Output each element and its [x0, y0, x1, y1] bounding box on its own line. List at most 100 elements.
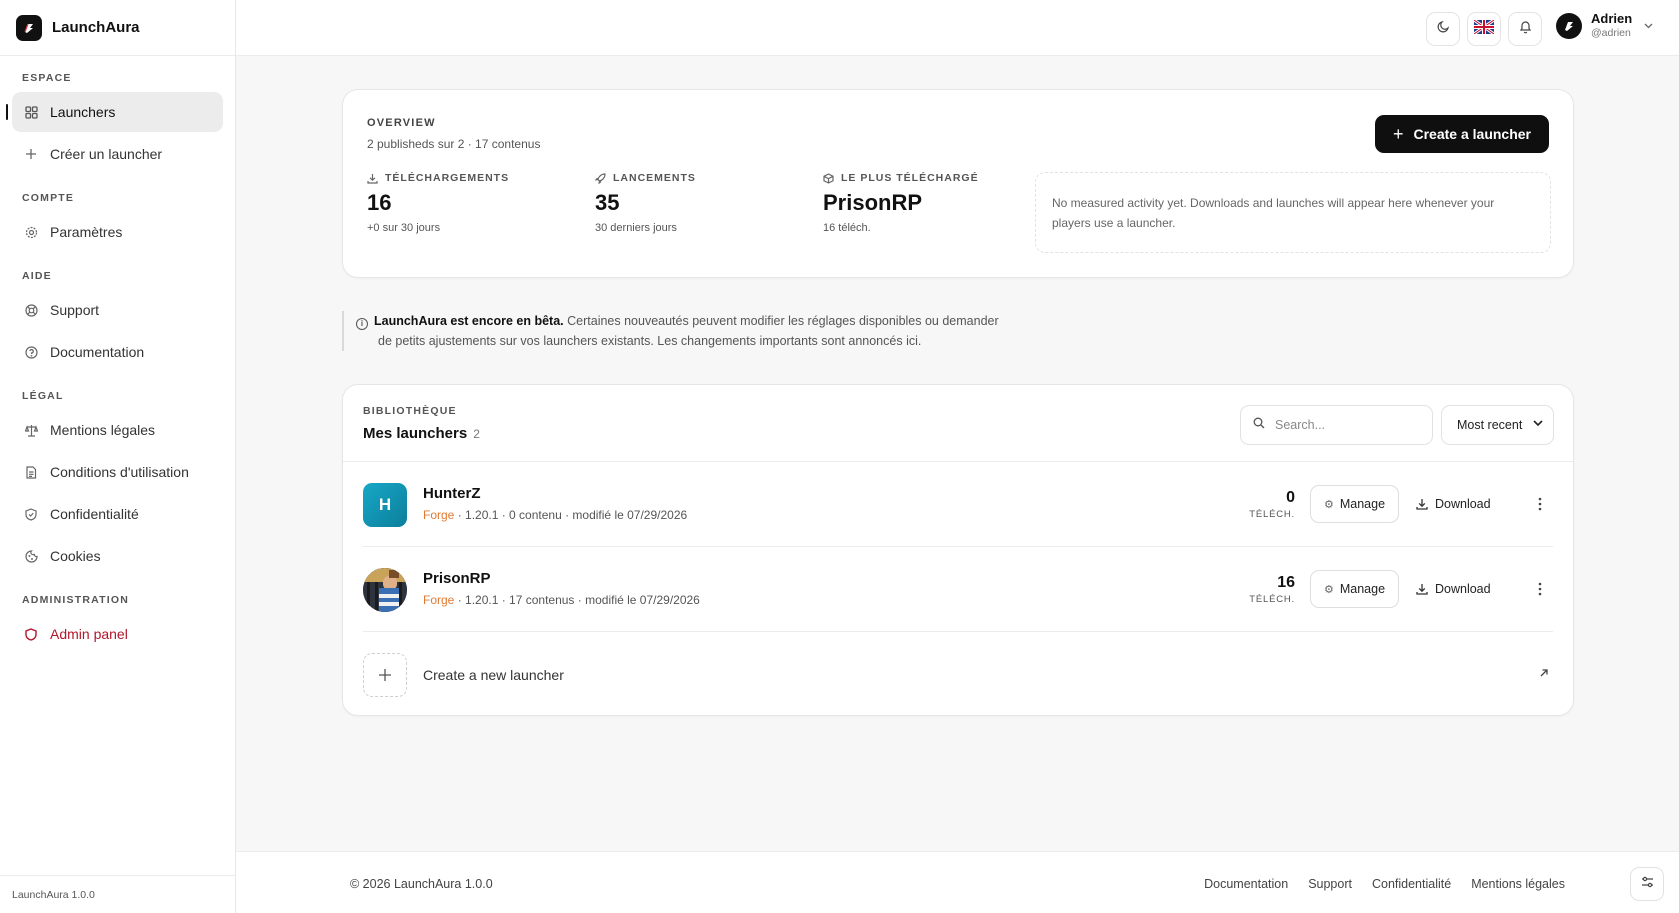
arrow-up-right-icon [1539, 666, 1549, 681]
stat-launches: LANCEMENTS 35 30 derniers jours [595, 172, 805, 234]
sidebar-item-label: Launchers [50, 104, 116, 120]
launcher-row-hunterz[interactable]: H HunterZ Forge · 1.20.1 · 0 contenu · m… [363, 462, 1553, 547]
launcher-thumb: H [363, 483, 407, 527]
rocket-icon [595, 172, 607, 184]
gear-icon: ⚙ [1323, 583, 1334, 596]
manage-label: Manage [1339, 582, 1386, 596]
create-new-launcher-label: Create a new launcher [423, 667, 564, 683]
create-launcher-button[interactable]: + Create a launcher [1375, 115, 1549, 153]
sidebar-version: LaunchAura 1.0.0 [0, 875, 236, 913]
search-input[interactable] [1275, 418, 1415, 432]
moon-icon [1437, 20, 1450, 38]
more-options-icon[interactable] [1531, 490, 1549, 518]
download-count-label: TÉLÉCH. [1249, 594, 1295, 605]
topbar: Adrien @adrien [236, 0, 1679, 56]
stat-value: 35 [595, 190, 620, 215]
stat-value: 16 [367, 190, 392, 215]
help-circle-icon [24, 345, 38, 359]
library-count: 2 [473, 427, 480, 441]
stat-foot: 30 derniers jours [595, 222, 677, 234]
launcher-details: · 1.20.1 · 0 contenu · modifié le 07/29/… [454, 508, 688, 522]
sidebar-item-label: Mentions légales [50, 422, 156, 438]
overview-subtitle: 2 publisheds sur 2 · 17 contenus [367, 137, 541, 151]
library-title-text: Mes launchers [363, 425, 468, 442]
footer-link-confidentialite[interactable]: Confidentialité [1372, 877, 1451, 891]
bell-icon [1519, 20, 1532, 39]
launcher-row-prisonrp[interactable]: PrisonRP Forge · 1.20.1 · 17 contenus · … [363, 547, 1553, 632]
more-options-icon[interactable] [1531, 575, 1549, 603]
copyright: © 2026 LaunchAura 1.0.0 [350, 877, 493, 891]
language-button[interactable] [1467, 12, 1501, 46]
download-icon [1416, 583, 1428, 595]
notice-text: Certaines nouveautés peuvent modifier le… [567, 314, 999, 328]
sidebar-item-label: Cookies [50, 548, 101, 564]
sidebar-item-conditions[interactable]: Conditions d'utilisation [12, 452, 223, 492]
stat-foot: 16 téléch. [823, 222, 871, 234]
plus-icon [24, 147, 38, 161]
sort-select[interactable]: Most recent [1441, 405, 1554, 445]
user-menu[interactable]: Adrien @adrien [1556, 12, 1653, 40]
theme-toggle-button[interactable] [1426, 12, 1460, 46]
sidebar-item-documentation[interactable]: Documentation [12, 332, 223, 372]
sidebar-item-admin-panel[interactable]: Admin panel [12, 614, 223, 654]
library-title: Mes launchers 2 [363, 425, 480, 442]
stat-label: LE PLUS TÉLÉCHARGÉ [841, 172, 979, 184]
library-label: BIBLIOTHÈQUE [363, 405, 457, 417]
sidebar-item-confidentialite[interactable]: Confidentialité [12, 494, 223, 534]
sidebar-item-cookies[interactable]: Cookies [12, 536, 223, 576]
sidebar-item-label: Conditions d'utilisation [50, 464, 189, 480]
footer-link-mentions-legales[interactable]: Mentions légales [1471, 877, 1565, 891]
notice-bold: LaunchAura est encore en bêta. [374, 314, 564, 328]
download-button[interactable]: Download [1416, 485, 1491, 523]
notifications-button[interactable] [1508, 12, 1542, 46]
sidebar-item-launchers[interactable]: Launchers [6, 92, 223, 132]
section-title-aide: AIDE [22, 270, 52, 282]
download-label: Download [1435, 497, 1491, 511]
chevron-down-icon [1533, 419, 1543, 430]
overview-card: OVERVIEW 2 publisheds sur 2 · 17 contenu… [342, 89, 1574, 278]
launcher-loader: Forge [423, 508, 455, 522]
search-field[interactable] [1240, 405, 1433, 445]
manage-button[interactable]: ⚙ Manage [1310, 570, 1399, 608]
manage-label: Manage [1339, 497, 1386, 511]
box-icon [823, 172, 835, 184]
sidebar-item-support[interactable]: Support [12, 290, 223, 330]
manage-button[interactable]: ⚙ Manage [1310, 485, 1399, 523]
section-title-administration: ADMINISTRATION [22, 594, 130, 606]
scale-icon [24, 423, 38, 437]
download-count-value: 0 [1286, 489, 1295, 506]
beta-notice: i LaunchAura est encore en bêta. Certaine… [342, 311, 1062, 351]
stat-foot: +0 sur 30 jours [367, 222, 441, 234]
sidebar-item-label: Admin panel [50, 626, 128, 642]
sidebar-item-label: Paramètres [50, 224, 123, 240]
download-count-value: 16 [1277, 574, 1295, 591]
sidebar-item-mentions-legales[interactable]: Mentions légales [12, 410, 223, 450]
lifebuoy-icon [24, 303, 38, 317]
section-title-legal: LÉGAL [22, 390, 64, 402]
settings-sliders-button[interactable] [1630, 867, 1664, 901]
stat-value: PrisonRP [823, 190, 923, 215]
info-icon: i [356, 318, 368, 330]
download-button[interactable]: Download [1416, 570, 1491, 608]
grid-icon [24, 105, 38, 119]
sidebar-item-settings[interactable]: Paramètres [12, 212, 223, 252]
footer-link-documentation[interactable]: Documentation [1204, 877, 1288, 891]
shield-check-icon [24, 507, 38, 521]
stat-downloads: TÉLÉCHARGEMENTS 16 +0 sur 30 jours [367, 172, 577, 234]
footer-link-support[interactable]: Support [1308, 877, 1352, 891]
sidebar-item-label: Support [50, 302, 100, 318]
launcher-thumb-image [363, 568, 407, 612]
stat-label: LANCEMENTS [613, 172, 696, 184]
activity-note: No measured activity yet. Downloads and … [1035, 172, 1551, 253]
brand[interactable]: LaunchAura [0, 0, 235, 56]
sidebar-nav: ESPACE Launchers Créer un launcher COMPT… [0, 56, 235, 654]
sidebar-item-create-launcher[interactable]: Créer un launcher [12, 134, 223, 174]
user-text: Adrien @adrien [1591, 12, 1632, 40]
launcher-meta: Forge · 1.20.1 · 17 contenus · modifié l… [423, 593, 700, 607]
sidebar-item-label: Créer un launcher [50, 146, 163, 162]
create-new-launcher-row[interactable]: Create a new launcher [363, 633, 1553, 717]
download-count: 16 TÉLÉCH. [1245, 574, 1295, 605]
footer: © 2026 LaunchAura 1.0.0 Documentation Su… [236, 851, 1679, 913]
avatar [1556, 13, 1582, 39]
user-name: Adrien [1591, 11, 1633, 26]
